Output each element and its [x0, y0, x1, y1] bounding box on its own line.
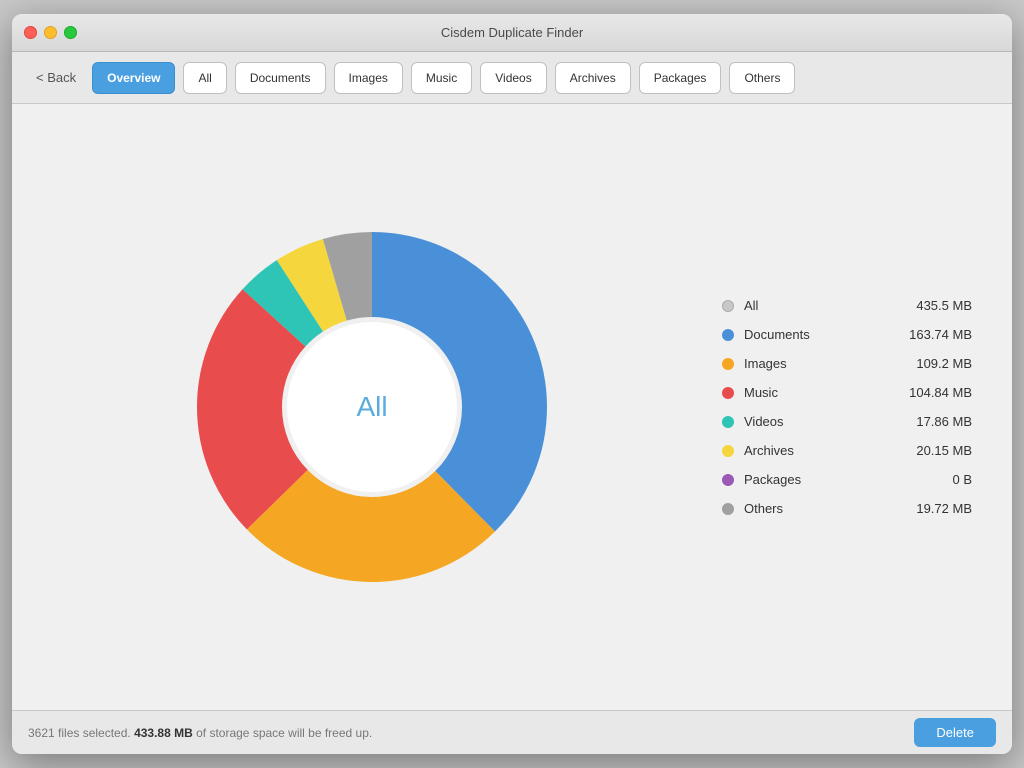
legend-item-documents: Documents 163.74 MB [722, 327, 972, 342]
legend-dot-videos [722, 416, 734, 428]
delete-button[interactable]: Delete [914, 718, 996, 747]
tab-others[interactable]: Others [729, 62, 795, 94]
minimize-button[interactable] [44, 26, 57, 39]
legend-value-all: 435.5 MB [892, 298, 972, 313]
storage-size: 433.88 MB [134, 726, 193, 740]
legend-item-archives: Archives 20.15 MB [722, 443, 972, 458]
traffic-lights [24, 26, 77, 39]
tab-documents[interactable]: Documents [235, 62, 326, 94]
legend: All 435.5 MB Documents 163.74 MB Images … [692, 298, 972, 516]
files-count: 3621 [28, 726, 55, 740]
legend-label-videos: Videos [744, 414, 882, 429]
donut-chart: All [182, 217, 562, 597]
status-text: 3621 files selected. 433.88 MB of storag… [28, 726, 372, 740]
app-window: Cisdem Duplicate Finder < Back Overview … [12, 14, 1012, 754]
legend-label-others: Others [744, 501, 882, 516]
donut-center-label: All [356, 391, 387, 423]
legend-dot-documents [722, 329, 734, 341]
main-content: All All 435.5 MB Documents 163.74 MB Ima… [12, 104, 1012, 710]
tab-music[interactable]: Music [411, 62, 472, 94]
status-text-after: of storage space will be freed up. [193, 726, 372, 740]
chart-area: All [52, 217, 692, 597]
legend-item-packages: Packages 0 B [722, 472, 972, 487]
legend-item-others: Others 19.72 MB [722, 501, 972, 516]
window-title: Cisdem Duplicate Finder [441, 25, 583, 40]
legend-value-packages: 0 B [892, 472, 972, 487]
maximize-button[interactable] [64, 26, 77, 39]
legend-label-packages: Packages [744, 472, 882, 487]
legend-label-documents: Documents [744, 327, 882, 342]
tab-packages[interactable]: Packages [639, 62, 722, 94]
legend-value-archives: 20.15 MB [892, 443, 972, 458]
legend-dot-packages [722, 474, 734, 486]
toolbar: < Back Overview All Documents Images Mus… [12, 52, 1012, 104]
legend-value-music: 104.84 MB [892, 385, 972, 400]
legend-label-all: All [744, 298, 882, 313]
legend-value-others: 19.72 MB [892, 501, 972, 516]
tab-all[interactable]: All [183, 62, 226, 94]
legend-dot-all [722, 300, 734, 312]
legend-value-images: 109.2 MB [892, 356, 972, 371]
legend-item-all: All 435.5 MB [722, 298, 972, 313]
legend-item-images: Images 109.2 MB [722, 356, 972, 371]
tab-images[interactable]: Images [334, 62, 403, 94]
titlebar: Cisdem Duplicate Finder [12, 14, 1012, 52]
back-button[interactable]: < Back [28, 66, 84, 89]
legend-dot-music [722, 387, 734, 399]
legend-label-music: Music [744, 385, 882, 400]
legend-item-music: Music 104.84 MB [722, 385, 972, 400]
legend-value-videos: 17.86 MB [892, 414, 972, 429]
tab-archives[interactable]: Archives [555, 62, 631, 94]
legend-item-videos: Videos 17.86 MB [722, 414, 972, 429]
legend-label-images: Images [744, 356, 882, 371]
donut-center: All [287, 322, 457, 492]
legend-dot-others [722, 503, 734, 515]
status-text-before: files selected. [55, 726, 134, 740]
status-bar: 3621 files selected. 433.88 MB of storag… [12, 710, 1012, 754]
legend-label-archives: Archives [744, 443, 882, 458]
close-button[interactable] [24, 26, 37, 39]
tab-videos[interactable]: Videos [480, 62, 546, 94]
legend-value-documents: 163.74 MB [892, 327, 972, 342]
legend-dot-images [722, 358, 734, 370]
legend-dot-archives [722, 445, 734, 457]
tab-overview[interactable]: Overview [92, 62, 175, 94]
